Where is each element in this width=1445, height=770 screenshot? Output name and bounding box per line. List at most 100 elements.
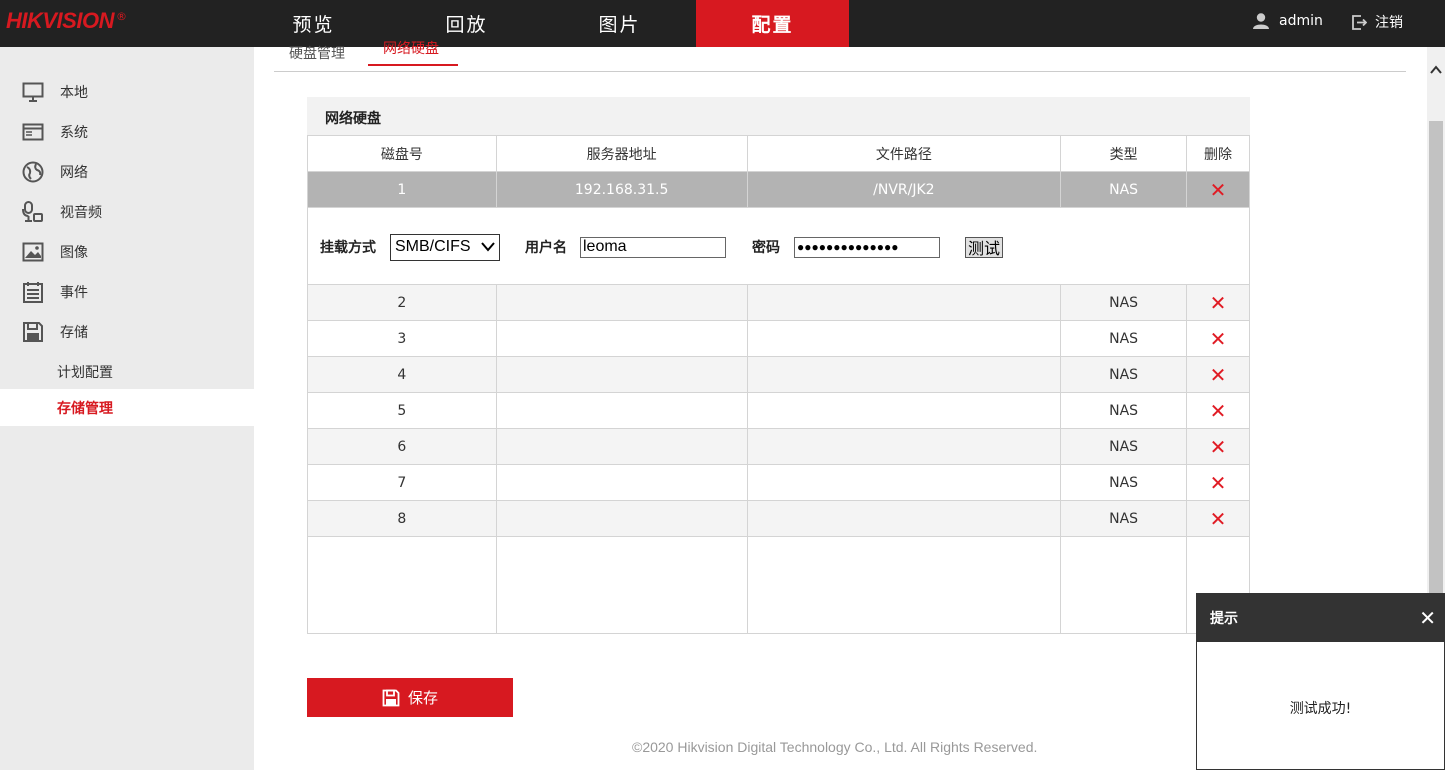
column-header-type: 类型 xyxy=(1060,135,1188,172)
column-header-delete: 删除 xyxy=(1186,135,1250,172)
sidebar-item-system[interactable]: 系统 xyxy=(0,114,254,150)
sidebar-item-label: 系统 xyxy=(60,125,88,141)
sidebar-item-storage[interactable]: 存储 xyxy=(0,314,254,350)
tab-hdd-management[interactable]: 硬盘管理 xyxy=(289,43,345,71)
server-address-cell xyxy=(495,356,748,393)
sidebar-item-schedule-settings[interactable]: 计划配置 xyxy=(0,353,254,390)
user-icon xyxy=(1253,13,1269,29)
sidebar-item-local[interactable]: 本地 xyxy=(0,74,254,110)
hikvision-logo: HIKVISION ® xyxy=(6,8,127,36)
disk-no-cell: 8 xyxy=(307,500,497,537)
scroll-up-icon[interactable] xyxy=(1430,65,1442,75)
server-address-cell xyxy=(495,500,748,537)
table-row-selected[interactable]: 1 192.168.31.5 /NVR/JK2 NAS ✕ xyxy=(307,171,1250,208)
sidebar-item-video-audio[interactable]: 视音频 xyxy=(0,194,254,230)
delete-icon[interactable]: ✕ xyxy=(1210,399,1227,423)
close-icon[interactable]: ✕ xyxy=(1419,606,1436,630)
mount-type-label: 挂载方式 xyxy=(320,240,376,256)
panel-title: 网络硬盘 xyxy=(307,97,1250,135)
logout-label: 注销 xyxy=(1375,15,1403,31)
username-field[interactable]: leoma xyxy=(580,236,726,258)
delete-cell: ✕ xyxy=(1186,356,1250,393)
sidebar-item-label: 本地 xyxy=(60,85,88,101)
delete-cell: ✕ xyxy=(1186,392,1250,429)
type-cell: NAS xyxy=(1060,284,1188,321)
delete-cell: ✕ xyxy=(1186,500,1250,537)
delete-cell: ✕ xyxy=(1186,171,1250,208)
table-row[interactable]: 4 NAS ✕ xyxy=(307,356,1250,393)
chevron-down-icon xyxy=(481,242,495,252)
table-row[interactable]: 3 NAS ✕ xyxy=(307,320,1250,357)
disk-no-cell: 4 xyxy=(307,356,497,393)
type-cell: NAS xyxy=(1060,500,1188,537)
sidebar-item-label: 存储 xyxy=(60,325,88,341)
delete-icon[interactable]: ✕ xyxy=(1210,435,1227,459)
user-menu[interactable]: admin xyxy=(1252,12,1323,30)
scrollbar-thumb[interactable] xyxy=(1429,121,1443,641)
disk-no-cell: 5 xyxy=(307,392,497,429)
logout-icon xyxy=(1352,14,1367,30)
file-path-cell xyxy=(746,500,1062,537)
main-nav: 预览 回放 图片 配置 xyxy=(237,0,849,47)
nav-configuration[interactable]: 配置 xyxy=(696,0,849,47)
tab-network-hdd[interactable]: 网络硬盘 xyxy=(368,38,458,66)
disk-no-cell: 7 xyxy=(307,464,497,501)
sidebar-item-label: 视音频 xyxy=(60,205,102,221)
type-cell: NAS xyxy=(1060,171,1188,208)
sidebar-item-label: 图像 xyxy=(60,245,88,261)
brand-mark: ® xyxy=(115,10,127,23)
notification-title: 提示 xyxy=(1210,611,1238,627)
copyright-footer: ©2020 Hikvision Digital Technology Co., … xyxy=(632,739,1038,755)
disk-no-cell: 1 xyxy=(307,171,497,208)
type-cell: NAS xyxy=(1060,320,1188,357)
table-row[interactable]: 6 NAS ✕ xyxy=(307,428,1250,465)
delete-icon[interactable]: ✕ xyxy=(1210,507,1227,531)
network-disk-table: 磁盘号 服务器地址 文件路径 类型 删除 1 192.168.31.5 /NVR… xyxy=(307,135,1250,634)
delete-cell: ✕ xyxy=(1186,428,1250,465)
delete-icon[interactable]: ✕ xyxy=(1210,471,1227,495)
delete-icon[interactable]: ✕ xyxy=(1210,178,1227,202)
file-path-cell xyxy=(746,392,1062,429)
disk-no-cell: 6 xyxy=(307,428,497,465)
monitor-icon xyxy=(22,81,44,103)
floppy-disk-icon xyxy=(22,321,44,343)
column-header-server-address: 服务器地址 xyxy=(495,135,748,172)
file-path-cell xyxy=(746,428,1062,465)
delete-icon[interactable]: ✕ xyxy=(1210,363,1227,387)
table-row[interactable]: 2 NAS ✕ xyxy=(307,284,1250,321)
notification-message: 测试成功! xyxy=(1289,701,1352,717)
window-icon xyxy=(22,121,44,143)
sidebar-item-network[interactable]: 网络 xyxy=(0,154,254,190)
sidebar-item-storage-management[interactable]: 存储管理 xyxy=(0,389,254,426)
image-icon xyxy=(22,241,44,263)
server-address-cell xyxy=(495,464,748,501)
edit-cell: 挂载方式 SMB/CIFS 用户名 leoma 密码 ●●●●●●●●●●●●●… xyxy=(307,207,1250,285)
disk-no-cell: 3 xyxy=(307,320,497,357)
sidebar-item-label: 网络 xyxy=(60,165,88,181)
table-row[interactable]: 7 NAS ✕ xyxy=(307,464,1250,501)
table-row[interactable]: 8 NAS ✕ xyxy=(307,500,1250,537)
disk-no-cell: 2 xyxy=(307,284,497,321)
nav-picture[interactable]: 图片 xyxy=(543,0,696,47)
table-row[interactable]: 5 NAS ✕ xyxy=(307,392,1250,429)
mount-type-select[interactable]: SMB/CIFS xyxy=(390,233,500,261)
column-header-file-path: 文件路径 xyxy=(746,135,1062,172)
logout-button[interactable]: 注销 xyxy=(1352,12,1403,32)
server-address-cell xyxy=(495,320,748,357)
mount-type-value: SMB/CIFS xyxy=(395,238,471,255)
sidebar-item-image[interactable]: 图像 xyxy=(0,234,254,270)
calendar-icon xyxy=(22,281,44,303)
type-cell: NAS xyxy=(1060,356,1188,393)
table-header-row: 磁盘号 服务器地址 文件路径 类型 删除 xyxy=(307,135,1250,172)
password-field[interactable]: ●●●●●●●●●●●●●● xyxy=(794,236,940,258)
delete-icon[interactable]: ✕ xyxy=(1210,291,1227,315)
top-bar: HIKVISION ® 预览 回放 图片 配置 admin 注销 xyxy=(0,0,1445,47)
sidebar-item-event[interactable]: 事件 xyxy=(0,274,254,310)
file-path-cell xyxy=(746,320,1062,357)
delete-icon[interactable]: ✕ xyxy=(1210,327,1227,351)
test-button[interactable]: 测试 xyxy=(965,236,1004,258)
user-name: admin xyxy=(1279,13,1323,29)
notification-popup: 提示 ✕ 测试成功! xyxy=(1196,593,1445,770)
brand-name: HIKVISION xyxy=(6,8,114,33)
save-button[interactable]: 保存 xyxy=(307,678,513,717)
